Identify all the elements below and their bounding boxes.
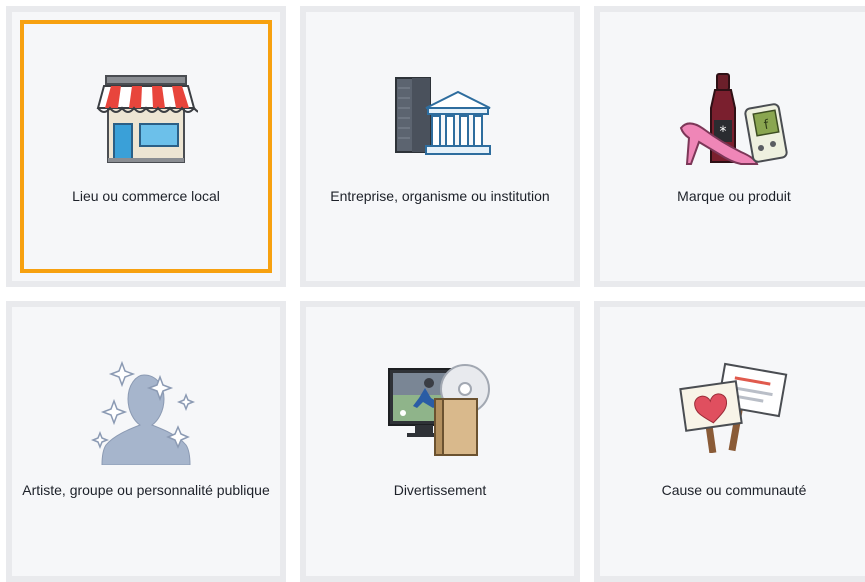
category-label: Lieu ou commerce local bbox=[72, 188, 220, 204]
category-tile-local-business[interactable]: Lieu ou commerce local bbox=[6, 6, 286, 287]
storefront-icon bbox=[96, 75, 198, 163]
category-label: Marque ou produit bbox=[677, 188, 791, 204]
category-tile-brand[interactable]: * f Marque ou produit bbox=[594, 6, 865, 287]
category-label: Cause ou communauté bbox=[661, 482, 807, 498]
category-label: Entreprise, organisme ou institution bbox=[330, 188, 550, 204]
category-label: Divertissement bbox=[393, 482, 487, 498]
category-label: Artiste, groupe ou personnalité publique bbox=[22, 482, 270, 498]
brand-products-icon: * f bbox=[679, 73, 788, 165]
svg-text:*: * bbox=[720, 124, 727, 140]
category-tile-company[interactable]: Entreprise, organisme ou institution bbox=[300, 6, 580, 287]
category-tile-artist[interactable]: Artiste, groupe ou personnalité publique bbox=[6, 301, 286, 582]
category-tile-cause[interactable]: Cause ou communauté bbox=[594, 301, 865, 582]
institution-buildings-icon bbox=[395, 77, 491, 155]
category-tile-entertainment[interactable]: Divertissement bbox=[300, 301, 580, 582]
public-figure-icon bbox=[90, 361, 196, 465]
cause-signs-icon bbox=[679, 362, 788, 453]
entertainment-icon bbox=[388, 364, 490, 456]
